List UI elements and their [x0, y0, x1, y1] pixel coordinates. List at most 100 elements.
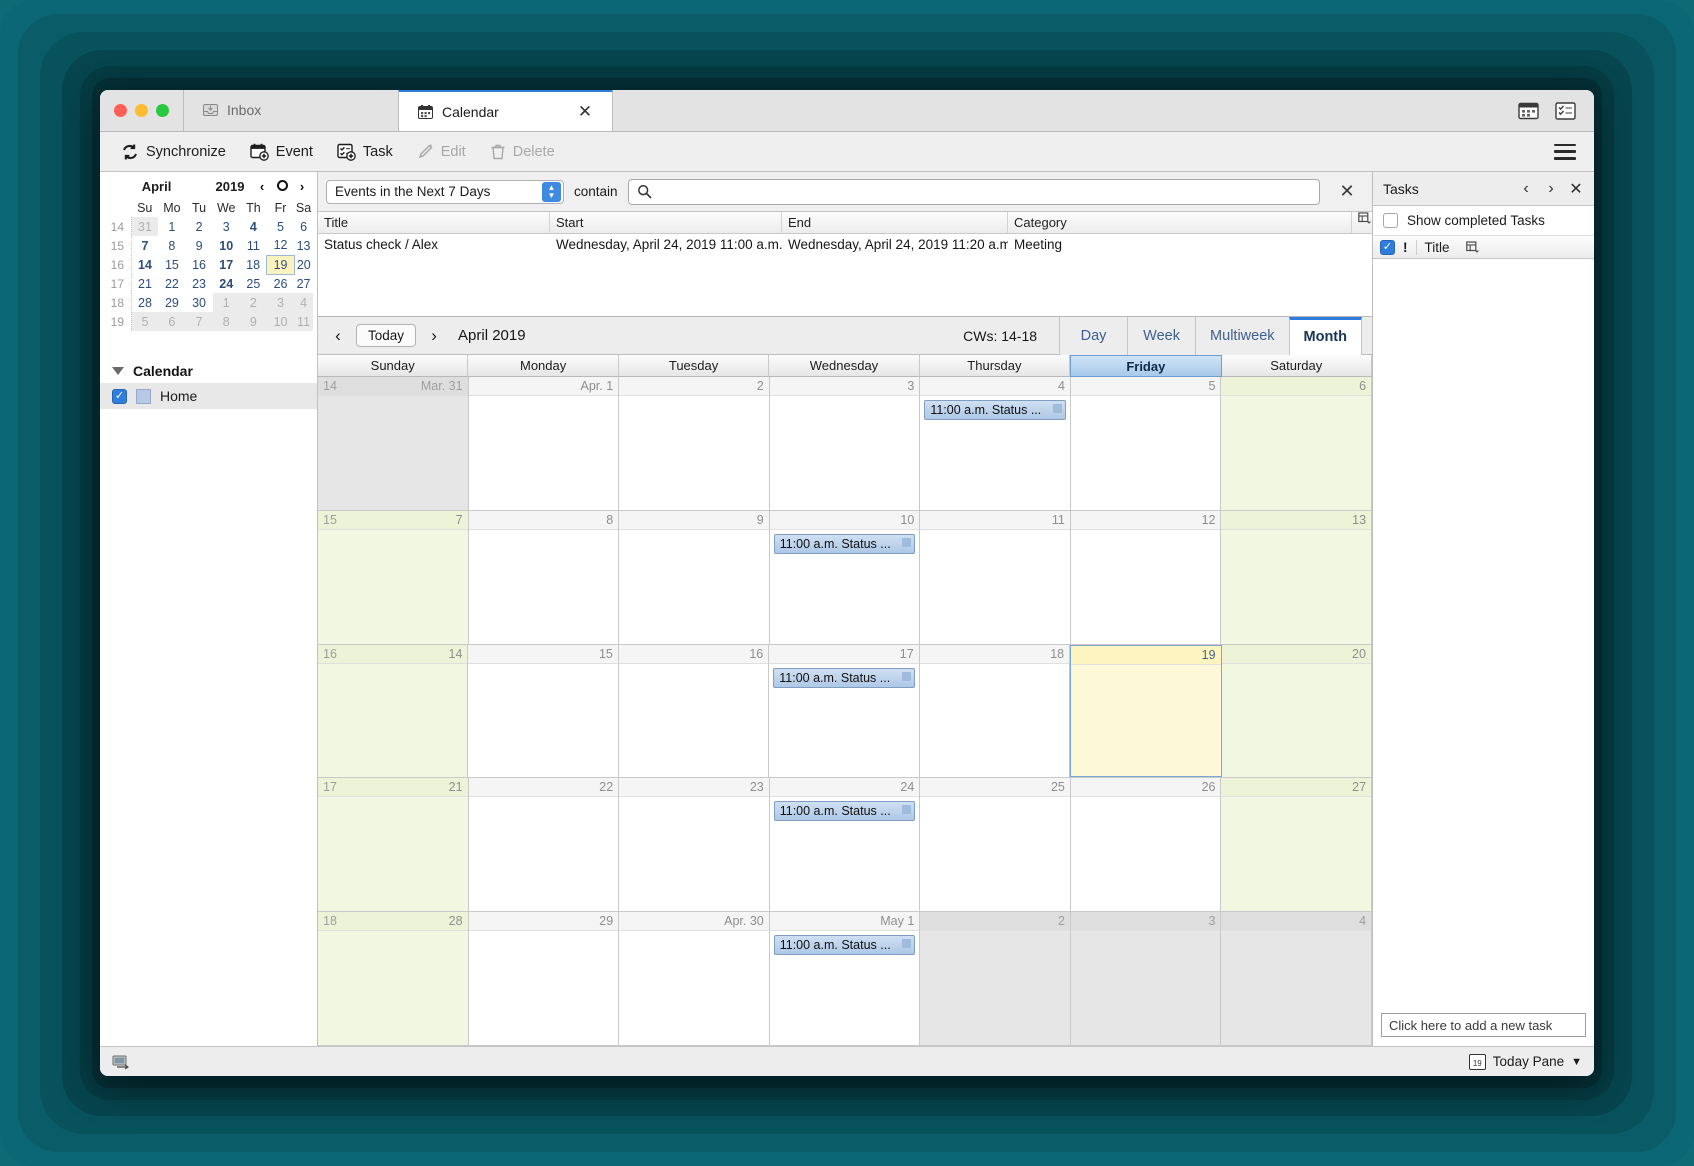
month-day-cell[interactable]: 28 18 [318, 912, 469, 1045]
tasks-close-icon[interactable]: ✕ [1568, 179, 1584, 199]
add-task-input[interactable]: Click here to add a new task [1381, 1013, 1586, 1037]
tasks-column-picker-icon[interactable] [1465, 240, 1480, 254]
calendar-month-icon[interactable] [1518, 101, 1539, 120]
month-day-cell[interactable]: 22 [468, 778, 620, 912]
month-day-cell[interactable]: 2 [619, 377, 770, 510]
month-day-cell[interactable]: Apr. 1 [468, 377, 620, 510]
tab-calendar[interactable]: Calendar ✕ [398, 90, 613, 131]
month-day-cell[interactable]: 10 11:00 a.m. Status ... [769, 510, 921, 644]
mini-calendar-day[interactable]: 17 [213, 255, 240, 274]
weekday-header-saturday[interactable]: Saturday [1221, 355, 1372, 377]
month-day-cell[interactable]: 8 [468, 510, 620, 644]
month-day-cell[interactable]: 4 [1221, 912, 1373, 1045]
search-input[interactable] [627, 178, 1320, 205]
month-day-cell[interactable]: 29 [468, 912, 620, 1045]
mini-calendar-day[interactable]: 21 [131, 274, 158, 293]
mini-calendar-day[interactable]: 15 [158, 255, 185, 274]
mini-calendar-day[interactable]: 9 [185, 236, 212, 255]
tasks-icon[interactable] [1555, 101, 1576, 120]
weekday-header-monday[interactable]: Monday [468, 355, 619, 377]
month-day-cell[interactable]: 17 11:00 a.m. Status ... [769, 644, 920, 778]
show-completed-tasks-row[interactable]: Show completed Tasks [1373, 206, 1594, 236]
close-window-button[interactable] [114, 103, 127, 117]
close-icon[interactable]: ✕ [576, 102, 594, 122]
mini-calendar-year[interactable]: 2019 [209, 179, 251, 194]
month-day-cell[interactable]: 24 11:00 a.m. Status ... [769, 778, 921, 912]
mini-calendar-day[interactable]: 10 [266, 312, 295, 331]
mini-calendar-day[interactable]: 11 [240, 236, 267, 255]
hamburger-menu-icon[interactable] [1554, 143, 1576, 160]
mini-calendar-day[interactable]: 3 [213, 217, 240, 236]
mini-calendar-next-icon[interactable]: › [293, 179, 311, 194]
column-header-start[interactable]: Start [550, 211, 782, 234]
mini-calendar-day[interactable]: 26 [267, 274, 294, 293]
calendar-event-chip[interactable]: 11:00 a.m. Status ... [773, 533, 916, 554]
month-day-cell[interactable]: Mar. 31 14 [318, 377, 469, 510]
month-day-cell[interactable]: 3 [1070, 912, 1222, 1045]
mini-calendar-day[interactable]: 20 [294, 255, 313, 274]
month-day-cell[interactable]: 27 [1221, 778, 1373, 912]
month-day-cell[interactable]: 16 [618, 644, 770, 778]
weekday-header-friday[interactable]: Friday [1070, 355, 1222, 377]
chevron-down-icon[interactable] [112, 367, 124, 375]
month-week-number[interactable]: 17 [323, 780, 337, 794]
view-tab-day[interactable]: Day [1059, 316, 1128, 355]
month-day-cell[interactable]: 15 [468, 644, 619, 778]
view-tab-week[interactable]: Week [1127, 316, 1196, 355]
month-day-cell[interactable]: 11 [920, 510, 1071, 644]
mini-calendar-month[interactable]: April [106, 179, 207, 194]
month-day-cell[interactable]: 18 [919, 644, 1071, 778]
weekday-header-wednesday[interactable]: Wednesday [769, 355, 920, 377]
mini-calendar-day[interactable]: 11 [294, 312, 313, 331]
event-scope-select[interactable]: Events in the Next 7 Days ▲ ▼ [326, 179, 564, 204]
calendar-event-chip[interactable]: 11:00 a.m. Status ... [773, 801, 916, 822]
column-header-end[interactable]: End [782, 211, 1008, 234]
month-week-number[interactable]: 18 [323, 914, 337, 928]
tasks-column-title[interactable]: Title [1425, 240, 1450, 255]
mini-calendar-day[interactable]: 24 [213, 274, 240, 293]
tab-inbox[interactable]: Inbox [183, 90, 398, 131]
new-event-button[interactable]: Event [241, 140, 322, 164]
month-day-cell[interactable]: 4 11:00 a.m. Status ... [920, 377, 1071, 510]
mini-calendar-day[interactable]: 2 [239, 293, 267, 312]
month-day-cell[interactable]: 25 [920, 778, 1071, 912]
month-day-cell[interactable]: 20 [1221, 644, 1372, 778]
column-header-title[interactable]: Title [318, 211, 550, 234]
mini-calendar-day[interactable]: 18 [240, 255, 267, 274]
calendar-event-chip[interactable]: 11:00 a.m. Status ... [773, 667, 915, 688]
next-period-button[interactable]: › [424, 326, 444, 346]
mini-calendar-day[interactable]: 6 [294, 217, 313, 236]
mini-calendar-prev-icon[interactable]: ‹ [253, 179, 271, 194]
mini-calendar-day[interactable]: 31 [131, 217, 159, 236]
month-day-cell[interactable]: 21 17 [318, 778, 469, 912]
calendar-event-chip[interactable]: 11:00 a.m. Status ... [924, 400, 1066, 420]
clear-filter-icon[interactable]: ✕ [1330, 181, 1364, 202]
mini-calendar-week-number[interactable]: 14 [104, 217, 132, 236]
mini-calendar-week-number[interactable]: 16 [104, 255, 132, 274]
column-picker-icon[interactable] [1352, 211, 1372, 234]
event-list-row[interactable]: Status check / Alex Wednesday, April 24, … [318, 234, 1372, 256]
mini-calendar-day[interactable]: 7 [131, 236, 158, 255]
mini-calendar-day[interactable]: 25 [240, 274, 267, 293]
calendar-home-checkbox[interactable]: ✓ [112, 388, 127, 404]
column-header-category[interactable]: Category [1008, 211, 1352, 234]
view-tab-multiweek[interactable]: Multiweek [1195, 316, 1289, 355]
mini-calendar-day[interactable]: 8 [158, 236, 185, 255]
stepper-icon[interactable]: ▲ ▼ [542, 182, 561, 202]
prev-period-button[interactable]: ‹ [328, 326, 348, 346]
month-day-cell[interactable]: 9 [619, 510, 770, 644]
month-day-cell[interactable]: 12 [1070, 510, 1222, 644]
mini-calendar-day[interactable]: 4 [294, 293, 313, 312]
mini-calendar-day[interactable]: 6 [158, 312, 186, 331]
mini-calendar-day[interactable]: 4 [240, 217, 267, 236]
mini-calendar-day[interactable]: 7 [185, 312, 213, 331]
mini-calendar-week-number[interactable]: 19 [104, 312, 132, 331]
mini-calendar-day[interactable]: 13 [294, 236, 313, 255]
mini-calendar-day[interactable]: 8 [212, 312, 240, 331]
delete-button[interactable]: Delete [481, 140, 564, 163]
month-day-cell[interactable]: 2 [920, 912, 1071, 1045]
mini-calendar-week-number[interactable]: 17 [104, 274, 132, 293]
month-day-cell[interactable]: 14 16 [318, 644, 469, 778]
calendar-section-header[interactable]: Calendar [100, 359, 317, 383]
mini-calendar-day[interactable]: 14 [131, 255, 158, 274]
